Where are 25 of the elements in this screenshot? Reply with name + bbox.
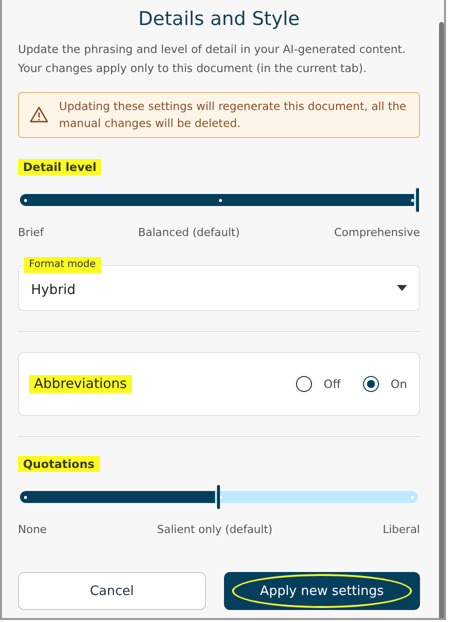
slider-stop-label: Comprehensive bbox=[334, 226, 420, 239]
section-label: Detail level bbox=[18, 159, 102, 175]
dialog-title: Details and Style bbox=[137, 8, 301, 30]
abbreviations-label: Abbreviations bbox=[29, 375, 132, 393]
action-button[interactable]: Cancel bbox=[18, 572, 206, 610]
action-button[interactable]: Apply new settings bbox=[224, 572, 420, 610]
description: Update the phrasing and level of detail in your AI-generated content. Your changes apply only to this document (in the current tab). bbox=[18, 42, 407, 77]
warning-icon bbox=[29, 105, 49, 125]
radio-label: On bbox=[390, 377, 407, 391]
warning-text: Updating these settings will regenerate this document, all the manual changes will be deleted. bbox=[59, 99, 408, 132]
radio-label: Off bbox=[324, 377, 341, 391]
floating-label: Format mode bbox=[24, 257, 101, 273]
radio-button[interactable] bbox=[362, 376, 379, 392]
format-mode-select[interactable]: Format mode Hybrid bbox=[18, 257, 420, 311]
select-value: Hybrid bbox=[31, 281, 76, 298]
slider-stop-label: Brief bbox=[18, 226, 44, 239]
slider-stop-label: None bbox=[18, 523, 47, 536]
slider-stop-label: Salient only (default) bbox=[157, 523, 272, 536]
slider-stop-label: Liberal bbox=[382, 523, 420, 536]
section-label: Quotations bbox=[18, 456, 100, 472]
slider-stop-label: Balanced (default) bbox=[138, 226, 240, 239]
slider-handle[interactable] bbox=[217, 485, 220, 509]
slider-handle[interactable] bbox=[416, 188, 419, 212]
radio-button[interactable] bbox=[296, 376, 312, 392]
dropdown-caret-icon bbox=[397, 285, 407, 291]
